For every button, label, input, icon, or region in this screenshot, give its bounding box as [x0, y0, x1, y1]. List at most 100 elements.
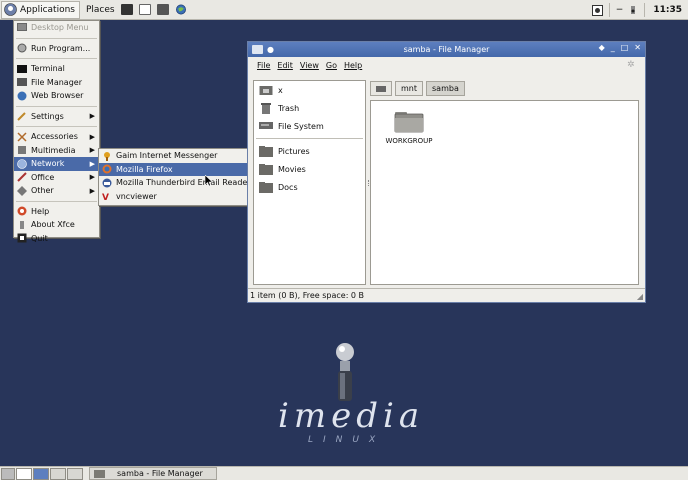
menu-item-label: Run Program... — [31, 43, 91, 53]
resize-grip-icon[interactable]: ◢ — [637, 292, 643, 301]
shade-icon[interactable]: ◆ — [599, 43, 605, 52]
menu-item-web-browser[interactable]: Web Browser — [14, 89, 99, 103]
menu-item-gaim[interactable]: Gaim Internet Messenger — [99, 149, 253, 163]
path-bar: mnt samba — [370, 80, 465, 97]
system-tray-icon[interactable] — [591, 4, 603, 16]
menu-item-multimedia[interactable]: Multimedia ▶ — [14, 144, 99, 158]
submenu-arrow-icon: ▶ — [89, 132, 95, 141]
accessories-icon — [17, 132, 27, 142]
file-manager-window: ● samba - File Manager ◆ _ □ ✕ File Edit… — [247, 41, 646, 303]
menu-item-accessories[interactable]: Accessories ▶ — [14, 130, 99, 144]
menu-item-label: Network — [31, 159, 65, 169]
menu-go[interactable]: Go — [326, 61, 337, 70]
terminal-launcher-icon[interactable] — [120, 4, 133, 15]
applications-menu: Desktop Menu Run Program... Terminal Fil… — [13, 20, 100, 243]
menu-item-label: Office — [31, 172, 55, 182]
tray-separator — [608, 3, 610, 17]
side-item-pictures[interactable]: Pictures — [254, 142, 365, 160]
taskbar-item-file-manager[interactable]: samba - File Manager — [89, 467, 217, 480]
taskbar-item-label: samba - File Manager — [117, 469, 203, 478]
menu-item-label: File Manager — [31, 77, 82, 87]
clock: 11:35 — [653, 5, 682, 15]
harddisk-icon — [376, 85, 386, 92]
submenu-arrow-icon: ▶ — [89, 186, 95, 195]
workspace-3[interactable] — [50, 467, 66, 480]
maximize-icon[interactable]: □ — [621, 43, 629, 52]
menu-item-desktop-menu[interactable]: Desktop Menu — [14, 21, 99, 35]
thunderbird-icon — [102, 178, 112, 188]
menu-item-run-program[interactable]: Run Program... — [14, 42, 99, 56]
side-item-label: Movies — [278, 164, 306, 174]
window-titlebar[interactable]: ● samba - File Manager ◆ _ □ ✕ — [248, 42, 645, 57]
menu-item-network[interactable]: Network ▶ — [14, 157, 99, 171]
side-item-trash[interactable]: Trash — [254, 99, 365, 117]
menu-item-about-xfce[interactable]: About Xfce — [14, 218, 99, 232]
side-item-label: Docs — [278, 182, 298, 192]
vnc-icon: V — [102, 191, 112, 201]
menu-item-office[interactable]: Office ▶ — [14, 171, 99, 185]
workspace-1[interactable] — [16, 467, 32, 480]
menu-separator — [16, 37, 97, 39]
side-item-label: x — [278, 85, 283, 95]
office-icon — [17, 172, 27, 182]
menu-item-label: Desktop Menu — [31, 23, 89, 33]
menu-item-settings[interactable]: Settings ▶ — [14, 110, 99, 124]
folder-icon — [259, 163, 273, 175]
menu-item-vncviewer[interactable]: V vncviewer — [99, 190, 253, 204]
submenu-arrow-icon: ▶ — [89, 112, 95, 121]
file-manager-icon — [17, 77, 27, 87]
browser-launcher-icon[interactable] — [175, 4, 187, 15]
file-manager-launcher-icon[interactable] — [156, 4, 169, 15]
menu-separator — [16, 58, 97, 59]
editor-launcher-icon[interactable] — [138, 4, 151, 15]
quit-icon — [17, 233, 27, 243]
menu-item-label: Terminal — [31, 64, 65, 74]
xfce-logo-icon — [4, 3, 17, 16]
applications-button[interactable]: Applications — [1, 0, 80, 19]
side-item-home[interactable]: x — [254, 81, 365, 99]
submenu-arrow-icon: ▶ — [89, 173, 95, 182]
applications-label: Applications — [20, 4, 75, 15]
menu-item-terminal[interactable]: Terminal — [14, 62, 99, 76]
workspace-4[interactable] — [67, 467, 83, 480]
show-desktop-icon[interactable] — [1, 467, 15, 480]
menu-item-quit[interactable]: Quit — [14, 232, 99, 246]
menu-separator — [16, 200, 97, 202]
side-item-movies[interactable]: Movies — [254, 160, 365, 178]
menu-item-other[interactable]: Other ▶ — [14, 184, 99, 198]
status-bar: 1 item (0 B), Free space: 0 B ◢ — [248, 288, 645, 302]
menu-help[interactable]: Help — [344, 61, 362, 70]
places-menu[interactable]: Places — [86, 5, 115, 15]
web-browser-icon — [17, 91, 27, 101]
menu-view[interactable]: View — [300, 61, 319, 70]
workspace-2[interactable] — [33, 467, 49, 480]
menu-item-help[interactable]: Help — [14, 205, 99, 219]
menu-edit[interactable]: Edit — [277, 61, 293, 70]
file-item-label: WORKGROUP — [385, 137, 433, 145]
menu-file[interactable]: File — [257, 61, 270, 70]
side-item-docs[interactable]: Docs — [254, 178, 365, 196]
menu-item-label: Help — [31, 206, 50, 216]
submenu-arrow-icon: ▶ — [89, 146, 95, 155]
side-item-file-system[interactable]: File System — [254, 117, 365, 135]
file-item-workgroup[interactable]: WORKGROUP — [379, 109, 439, 145]
close-icon[interactable]: ✕ — [634, 43, 641, 52]
tray-separator — [644, 3, 646, 17]
menu-item-file-manager[interactable]: File Manager — [14, 76, 99, 90]
minus-icon[interactable]: − — [616, 5, 624, 15]
other-icon — [17, 185, 27, 196]
volume-icon[interactable] — [628, 5, 638, 15]
menu-item-thunderbird[interactable]: Mozilla Thunderbird Email Reader — [99, 176, 253, 190]
file-manager-icon — [94, 469, 105, 478]
path-button-samba[interactable]: samba — [426, 81, 465, 96]
menu-item-label: Other — [31, 186, 54, 196]
minimize-icon[interactable]: _ — [611, 43, 615, 52]
folder-icon — [259, 181, 273, 193]
path-button-mnt[interactable]: mnt — [395, 81, 423, 96]
multimedia-icon — [17, 145, 27, 155]
path-root-button[interactable] — [370, 81, 392, 96]
mouse-cursor-icon — [205, 175, 213, 187]
menu-item-firefox[interactable]: Mozilla Firefox — [99, 162, 253, 176]
menu-item-label: Mozilla Firefox — [116, 164, 173, 174]
activity-spinner-icon: ✲ — [627, 60, 635, 70]
